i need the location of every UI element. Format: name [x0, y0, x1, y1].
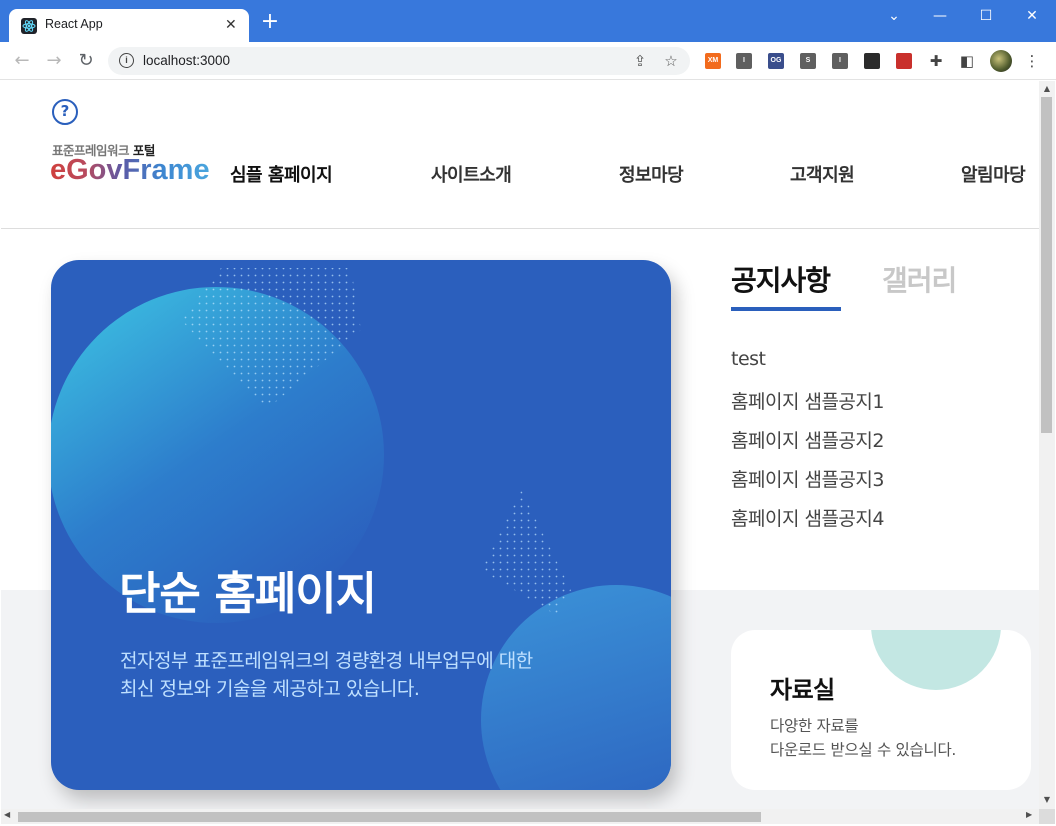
- hero-description-line1: 전자정부 표준프레임워크의 경량환경 내부업무에 대한: [120, 650, 533, 672]
- nav-item-site-intro[interactable]: 사이트소개: [431, 161, 512, 187]
- close-window-button[interactable]: ✕: [1012, 4, 1052, 28]
- egovframe-logo[interactable]: eGovFrame: [50, 154, 210, 187]
- bookmark-star-icon[interactable]: ☆: [661, 51, 681, 71]
- notice-item[interactable]: 홈페이지 샘플공지2: [731, 426, 884, 465]
- notice-item[interactable]: 홈페이지 샘플공지3: [731, 465, 884, 504]
- scroll-down-arrow-icon[interactable]: ▼: [1041, 795, 1053, 804]
- tab-title: React App: [45, 17, 103, 31]
- nav-item-info[interactable]: 정보마당: [619, 161, 684, 187]
- og-extension-icon[interactable]: OG: [768, 53, 784, 69]
- nav-item-notice[interactable]: 알림마당: [961, 161, 1026, 187]
- notice-list: test 홈페이지 샘플공지1 홈페이지 샘플공지2 홈페이지 샘플공지3 홈페…: [731, 348, 884, 543]
- s-extension-icon[interactable]: S: [800, 53, 816, 69]
- nav-item-support[interactable]: 고객지원: [790, 161, 855, 187]
- maximize-button[interactable]: ☐: [966, 4, 1006, 28]
- tab-notice[interactable]: 공지사항: [731, 259, 831, 299]
- extension-i-2-icon[interactable]: I: [832, 53, 848, 69]
- archive-description: 다양한 자료를 다운로드 받으실 수 있습니다.: [770, 714, 956, 762]
- red-extension-icon[interactable]: [896, 53, 912, 69]
- archive-title: 자료실: [770, 676, 835, 704]
- site-info-icon[interactable]: i: [119, 53, 134, 68]
- hero-decoration: [51, 268, 671, 790]
- scrollbar-corner: [1039, 809, 1055, 824]
- notice-item[interactable]: test: [731, 348, 884, 387]
- scroll-right-arrow-icon[interactable]: ▶: [1026, 810, 1032, 819]
- header-divider: [1, 228, 1039, 229]
- archive-card[interactable]: 자료실 다양한 자료를 다운로드 받으실 수 있습니다.: [731, 630, 1031, 790]
- minimize-button[interactable]: —: [920, 4, 960, 28]
- address-bar[interactable]: i localhost:3000 ⇪ ☆: [108, 47, 690, 75]
- profile-avatar[interactable]: [990, 50, 1012, 72]
- page-viewport: ? 표준프레임워크 포털 eGovFrame 심플 홈페이지 사이트소개 정보마…: [1, 81, 1039, 809]
- back-arrow-icon[interactable]: ←: [10, 49, 34, 73]
- browser-toolbar: ← → ↻ i localhost:3000 ⇪ ☆ XM I OG S I ✚ ◧ ⋮: [0, 42, 1056, 80]
- tab-close-icon[interactable]: ✕: [225, 16, 237, 34]
- side-panel-icon[interactable]: ◧: [957, 51, 977, 71]
- hero-banner: 단순 홈페이지 전자정부 표준프레임워크의 경량환경 내부업무에 대한 최신 정…: [51, 260, 671, 790]
- archive-decoration-circle: [871, 630, 1001, 690]
- scroll-left-arrow-icon[interactable]: ◀: [4, 810, 10, 819]
- active-tab-indicator: [731, 307, 841, 311]
- tab-gallery[interactable]: 갤러리: [882, 259, 957, 299]
- tab-search-icon[interactable]: ⌄: [874, 4, 914, 28]
- react-icon: [21, 18, 37, 34]
- reload-icon[interactable]: ↻: [74, 49, 98, 73]
- hero-description: 전자정부 표준프레임워크의 경량환경 내부업무에 대한 최신 정보와 기술을 제…: [120, 647, 640, 703]
- notice-item[interactable]: 홈페이지 샘플공지4: [731, 504, 884, 543]
- url-text[interactable]: localhost:3000: [143, 53, 230, 68]
- extension-i-1-icon[interactable]: I: [736, 53, 752, 69]
- browser-tab[interactable]: React App ✕: [9, 9, 249, 42]
- new-tab-button[interactable]: +: [260, 11, 280, 33]
- horizontal-scroll-thumb[interactable]: [18, 812, 761, 822]
- menu-kebab-icon[interactable]: ⋮: [1022, 51, 1042, 71]
- archive-description-line1: 다양한 자료를: [770, 717, 859, 735]
- notice-item[interactable]: 홈페이지 샘플공지1: [731, 387, 884, 426]
- scroll-up-arrow-icon[interactable]: ▲: [1041, 84, 1053, 93]
- hero-title: 단순 홈페이지: [119, 567, 377, 620]
- archive-description-line2: 다운로드 받으실 수 있습니다.: [770, 741, 957, 759]
- vertical-scroll-thumb[interactable]: [1041, 97, 1052, 433]
- logo-tagline[interactable]: 심플 홈페이지: [230, 161, 333, 187]
- help-icon[interactable]: ?: [52, 99, 78, 125]
- browser-tab-bar: React App ✕ + ⌄ — ☐ ✕: [0, 0, 1056, 42]
- xmind-extension-icon[interactable]: XM: [705, 53, 721, 69]
- hero-description-line2: 최신 정보와 기술을 제공하고 있습니다.: [120, 678, 420, 700]
- extensions-puzzle-icon[interactable]: ✚: [926, 51, 946, 71]
- share-icon[interactable]: ⇪: [630, 51, 650, 71]
- forward-arrow-icon[interactable]: →: [42, 49, 66, 73]
- dark-extension-icon[interactable]: [864, 53, 880, 69]
